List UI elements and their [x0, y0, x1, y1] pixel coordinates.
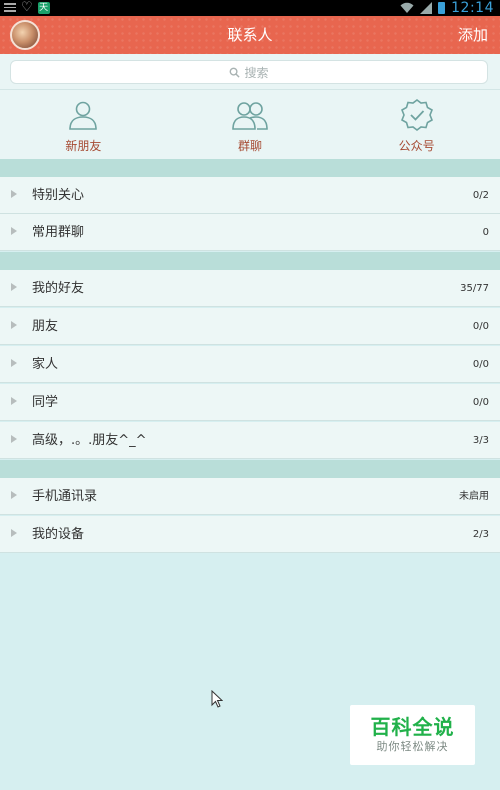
search-placeholder: 搜索	[244, 65, 269, 80]
expand-arrow-icon	[11, 227, 17, 235]
section-divider	[0, 159, 500, 177]
group-name: 高级，.。.朋友^_^	[32, 433, 147, 448]
group-name: 特别关心	[32, 188, 85, 203]
watermark-title: 百科全说	[370, 715, 455, 739]
section-divider	[0, 460, 500, 478]
group-count: 2/3	[472, 529, 489, 540]
group-count: 0/0	[472, 321, 489, 332]
battery-icon	[438, 2, 446, 14]
expand-arrow-icon	[11, 435, 17, 443]
expand-arrow-icon	[11, 190, 17, 198]
quick-label-new-friends: 新朋友	[65, 139, 102, 153]
group-name: 常用群聊	[32, 225, 85, 240]
heart-icon: ♡	[21, 0, 33, 15]
watermark-logo: 百科全说 助你轻松解决	[350, 705, 475, 765]
expand-arrow-icon	[11, 529, 17, 537]
status-bar: ♡ 天 12:14	[0, 0, 500, 16]
group-chat-button[interactable]: 群聊	[167, 90, 334, 160]
group-name: 我的设备	[32, 527, 85, 542]
group-row-my-friends[interactable]: 我的好友 35/77	[0, 270, 500, 307]
quick-entry-row: 新朋友 群聊 公众号	[0, 89, 500, 160]
group-count: 3/3	[472, 435, 489, 446]
group-count: 0/2	[472, 190, 489, 201]
group-row-special-care[interactable]: 特别关心 0/2	[0, 177, 500, 214]
search-bar: 搜索	[0, 54, 500, 89]
group-count: 0/0	[472, 397, 489, 408]
watermark-subtitle: 助你轻松解决	[376, 740, 449, 753]
group-row-family[interactable]: 家人 0/0	[0, 346, 500, 383]
wifi-icon	[400, 2, 414, 13]
group-row-frequent-groups[interactable]: 常用群聊 0	[0, 214, 500, 251]
group-name: 家人	[32, 357, 59, 372]
expand-arrow-icon	[11, 321, 17, 329]
mouse-pointer-icon	[211, 690, 223, 708]
group-name: 我的好友	[32, 281, 85, 296]
group-row-phone-contacts[interactable]: 手机通讯录 未启用	[0, 478, 500, 515]
group-count: 0	[482, 227, 489, 238]
group-row-friends[interactable]: 朋友 0/0	[0, 308, 500, 345]
expand-arrow-icon	[11, 283, 17, 291]
expand-arrow-icon	[11, 491, 17, 499]
group-name: 朋友	[32, 319, 59, 334]
quick-label-official-accounts: 公众号	[398, 139, 435, 153]
search-input[interactable]: 搜索	[10, 60, 488, 84]
app-header: 联系人 添加	[0, 16, 500, 54]
menu-icon	[4, 3, 16, 12]
group-count: 35/77	[460, 283, 489, 294]
person-icon	[69, 101, 98, 130]
section-divider	[0, 252, 500, 270]
new-friends-button[interactable]: 新朋友	[0, 90, 167, 160]
group-count: 未启用	[459, 491, 489, 502]
clock: 12:14	[451, 0, 494, 16]
add-button[interactable]: 添加	[458, 16, 488, 54]
group-count: 0/0	[472, 359, 489, 370]
quick-label-group-chat: 群聊	[238, 139, 263, 153]
group-name: 手机通讯录	[32, 489, 98, 504]
official-accounts-button[interactable]: 公众号	[333, 90, 500, 160]
group-row-classmates[interactable]: 同学 0/0	[0, 384, 500, 421]
expand-arrow-icon	[11, 359, 17, 367]
page-title: 联系人	[227, 26, 273, 44]
verified-badge-icon	[400, 99, 433, 131]
signal-icon	[420, 2, 433, 14]
people-group-icon	[232, 102, 268, 130]
search-icon	[229, 67, 241, 78]
app-notification-icon: 天	[37, 1, 50, 14]
group-row-advanced-friends[interactable]: 高级，.。.朋友^_^ 3/3	[0, 422, 500, 459]
group-row-my-devices[interactable]: 我的设备 2/3	[0, 516, 500, 553]
expand-arrow-icon	[11, 397, 17, 405]
group-name: 同学	[32, 395, 59, 410]
